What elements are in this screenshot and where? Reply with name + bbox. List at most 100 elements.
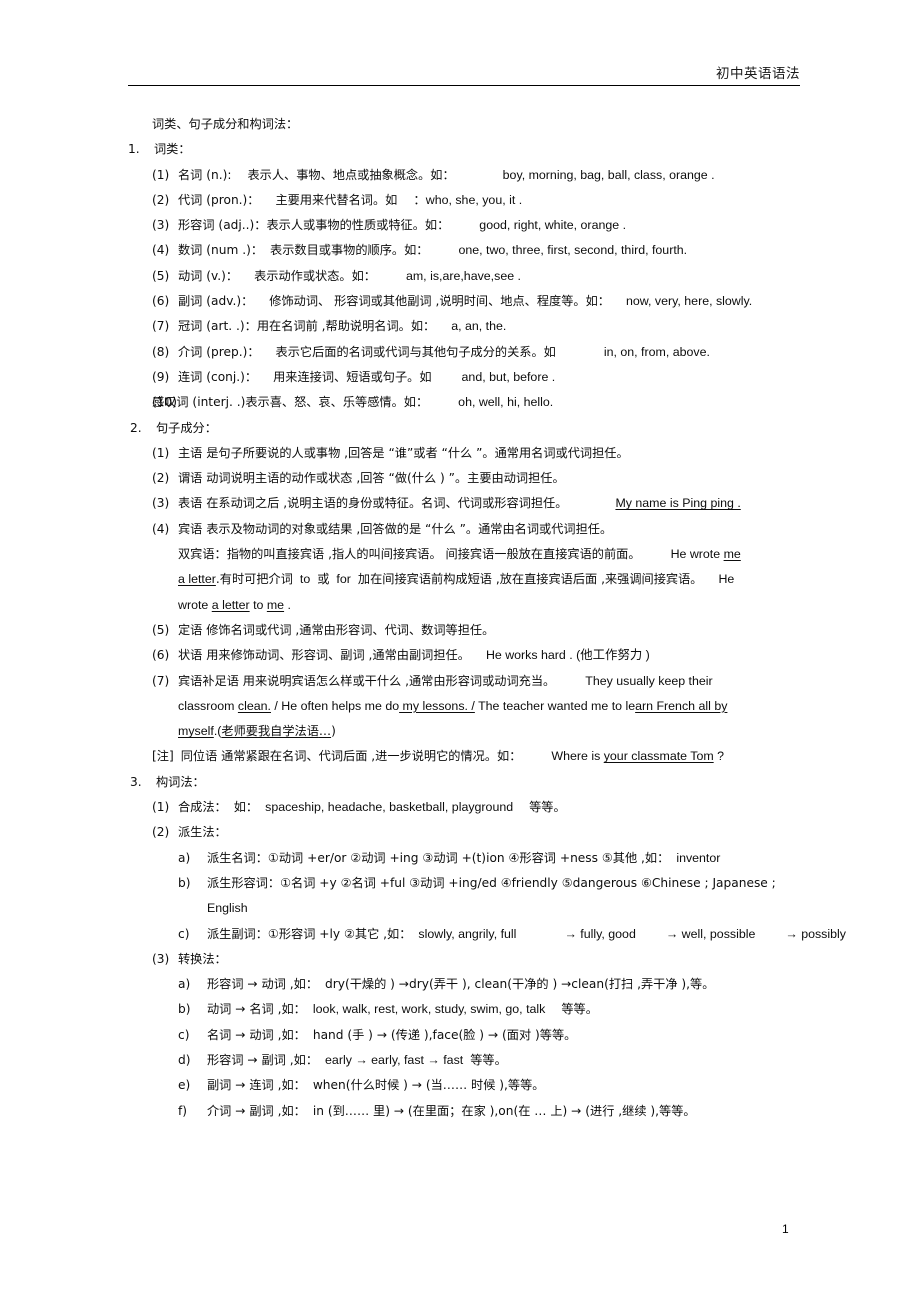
complement-c: / He often helps me do — [270, 698, 400, 713]
document-body: 词类、句子成分和构词法： 1. 词类： (1) 名词 (n.): 表示人、事物、地点或… — [0, 112, 920, 1124]
note-example-pre: Where is — [551, 749, 604, 764]
item-marker: (4) — [152, 521, 170, 536]
section-3-title: 构词法： — [156, 774, 205, 789]
item-marker: (6) — [152, 648, 170, 663]
item-example: am, is,are,have,see . — [405, 268, 521, 283]
sub-example: slowly, angrily, full — [418, 926, 517, 941]
item-marker: (6) — [152, 294, 170, 309]
complement-e: The teacher wanted me to le — [474, 698, 636, 713]
item-desc: 表示喜、怒、哀、乐等感情。如： — [245, 395, 429, 410]
item-term: 数词 (num .)： — [178, 243, 264, 258]
complement-my-lessons: my lessons. / — [399, 698, 475, 713]
item-marker: (3) — [152, 951, 170, 966]
item-desc: 表示它后面的名词或代词与其他句子成分的关系。如 — [275, 344, 556, 359]
double-object-cn: 双宾语：指物的叫直接宾语 ,指人的叫间接宾语。 间接宾语一般放在直接宾语的前面。 — [178, 547, 641, 562]
item-marker: (1) — [152, 445, 170, 460]
document-page: 初中英语语法 词类、句子成分和构词法： 1. 词类： (1) 名词 (n.): 表示人… — [0, 0, 920, 1304]
item-desc: 主要用来代替名词。如 — [275, 192, 398, 207]
word-class-item-8: (8) 介词 (prep.)： 表示它后面的名词或代词与其他句子成分的关系。如 in,… — [0, 340, 920, 365]
example-period: . — [284, 597, 291, 612]
double-object-cn-2: 加在间接宾语前构成短语 ,放在直接宾语后面 ,来强调间接宾语。 — [357, 572, 703, 587]
sub-example: in (到…… 里) → (在里面；在家 ),on(在 … 上) → (进行 ,… — [312, 1103, 696, 1118]
sentence-part-6: (6) 状语 用来修饰动词、形容词、副词 ,通常由副词担任。 He works ha… — [0, 643, 920, 668]
item-desc: 表示动作或状态。如： — [254, 268, 376, 283]
item-text: 宾语 表示及物动词的对象或结果 ,回答做的是 “什么 ”。通常由名词或代词担任。 — [178, 521, 613, 536]
sub-marker: f) — [178, 1103, 188, 1118]
sub-wrap-text: English — [207, 901, 248, 916]
double-object-cn: .有时可把介词 — [215, 572, 293, 587]
item-term: 代词 (pron.)： — [178, 192, 260, 207]
word-class-item-9: (9) 连词 (conj.)： 用来连接词、短语或句子。如 and, but, bef… — [0, 365, 920, 390]
item-term: 转换法： — [178, 951, 227, 966]
item-text: 表语 在系动词之后 ,说明主语的身份或特征。名词、代词或形容词担任。 — [178, 496, 568, 511]
item-term: 名词 (n.): — [178, 167, 232, 182]
item-term: 动词 (v.)： — [178, 268, 239, 283]
note-example-post: ? — [713, 749, 725, 764]
sentence-part-2: (2) 谓语 动词说明主语的动作或状态 ,回答 “做(什么 ) ”。主要由动词担任… — [0, 466, 920, 491]
section-3-heading: 3. 构词法： — [0, 770, 920, 795]
item-text: 谓语 动词说明主语的动作或状态 ,回答 “做(什么 ) ”。主要由动词担任。 — [178, 471, 565, 486]
sub-tail: 等等。 — [561, 1002, 598, 1017]
item-example: spaceship, headache, basketball, playgro… — [265, 800, 514, 815]
item-term: 感叹词 (interj. .) — [152, 395, 246, 410]
section-3-number: 3. — [130, 774, 142, 789]
conversion-e: e) 副词 → 连词 ,如： when(什么时候 ) → (当…… 时候 ),等等。 — [0, 1073, 920, 1098]
complement-line-2: myself.(老师要我自学法语…) — [0, 719, 920, 744]
sub-text: 派生形容词：①名词 +y ②名词 +ful ③动词 +ing/ed ④frien… — [207, 875, 776, 890]
item-marker: (2) — [152, 471, 170, 486]
item-text: 宾语补足语 用来说明宾语怎么样或干什么 ,通常由形容词或动词充当。 — [178, 673, 556, 688]
conversion-b: b) 动词 → 名词 ,如： look, walk, rest, work, stu… — [0, 997, 920, 1022]
item-text: 定语 修饰名词或代词 ,通常由形容词、代词、数词等担任。 — [178, 622, 495, 637]
section-1-heading: 1. 词类： — [0, 137, 920, 162]
sentence-part-4: (4) 宾语 表示及物动词的对象或结果 ,回答做的是 “什么 ”。通常由名词或代词… — [0, 517, 920, 542]
sub-arrow-2: → well, possible — [665, 926, 756, 941]
item-example: boy, morning, bag, ball, class, orange . — [502, 167, 715, 182]
note-label: [注] — [152, 749, 174, 764]
word-formation-item-3: (3) 转换法： — [0, 947, 920, 972]
section-1-number: 1. — [128, 142, 140, 157]
item-desc: 用在名词前 ,帮助说明名词。如： — [256, 319, 436, 334]
item-text: 状语 用来修饰动词、形容词、副词 ,通常由副词担任。 — [178, 648, 470, 663]
word-class-item-1: (1) 名词 (n.): 表示人、事物、地点或抽象概念。如： boy, morning… — [0, 163, 920, 188]
word-class-item-7: (7) 冠词 (art. .)：用在名词前 ,帮助说明名词。如： a, an, th… — [0, 314, 920, 339]
sub-arrow-1: → fully, good — [564, 926, 636, 941]
sub-example: look, walk, rest, work, study, swim, go,… — [312, 1002, 546, 1017]
header-title: 初中英语语法 — [716, 66, 800, 82]
note-text: 同位语 通常紧跟在名词、代词后面 ,进一步说明它的情况。如： — [180, 749, 522, 764]
item-marker: (4) — [152, 243, 170, 258]
item-desc: 表示人或事物的性质或特征。如： — [266, 218, 450, 233]
item-example: and, but, before . — [461, 369, 556, 384]
complement-myself: myself — [178, 724, 214, 739]
complement-cn-gloss: 老师要我自学法语 — [221, 724, 319, 739]
sub-arrow-3: → possibly — [785, 926, 846, 941]
page-number: 1 — [782, 1222, 789, 1236]
item-term: 派生法： — [178, 825, 227, 840]
section-2-title: 句子成分： — [156, 420, 217, 435]
item-term: 连词 (conj.)： — [178, 369, 258, 384]
item-text: 主语 是句子所要说的人或事物 ,回答是 “谁”或者 “什么 ”。通常用名词或代词… — [178, 445, 629, 460]
word-class-item-6: (6) 副词 (adv.)： 修饰动词、 形容词或其他副词 ,说明时间、地点、程度等… — [0, 289, 920, 314]
sub-text: 派生副词：①形容词 +ly ②其它 ,如： — [207, 926, 412, 941]
item-desc: 表示数目或事物的顺序。如： — [270, 243, 429, 258]
conversion-d: d) 形容词 → 副词 ,如： early → early, fast → fast… — [0, 1048, 920, 1073]
sub-text: 副词 → 连词 ,如： — [207, 1078, 306, 1093]
item-desc: 如： — [233, 800, 259, 815]
item-marker: (9) — [152, 369, 170, 384]
page-header: 初中英语语法 — [128, 62, 800, 86]
item-marker: (2) — [152, 192, 170, 207]
example-to: to — [249, 597, 267, 612]
complement-a: classroom — [178, 698, 238, 713]
sub-marker: a) — [178, 850, 191, 865]
sub-marker: c) — [178, 926, 190, 941]
double-object-line-2: a letter.有时可把介词 to 或 for 加在间接宾语前构成短语 ,放在直接宾语… — [0, 567, 920, 592]
word-formation-item-1: (1) 合成法： 如： spaceship, headache, basketball… — [0, 795, 920, 820]
sub-example: inventor — [676, 850, 721, 865]
note-example-underline: your classmate Tom — [603, 749, 714, 764]
item-marker: (5) — [152, 622, 170, 637]
section-1-title: 词类： — [154, 142, 191, 157]
sub-text: 介词 → 副词 ,如： — [207, 1103, 306, 1118]
sub-example: early → early, fast → fast — [325, 1052, 464, 1067]
complement-learn-french: arn French all by — [635, 698, 728, 713]
item-desc: 修饰动词、 形容词或其他副词 ,说明时间、地点、程度等。如： — [269, 294, 610, 309]
item-example: one, two, three, first, second, third, f… — [458, 243, 688, 258]
